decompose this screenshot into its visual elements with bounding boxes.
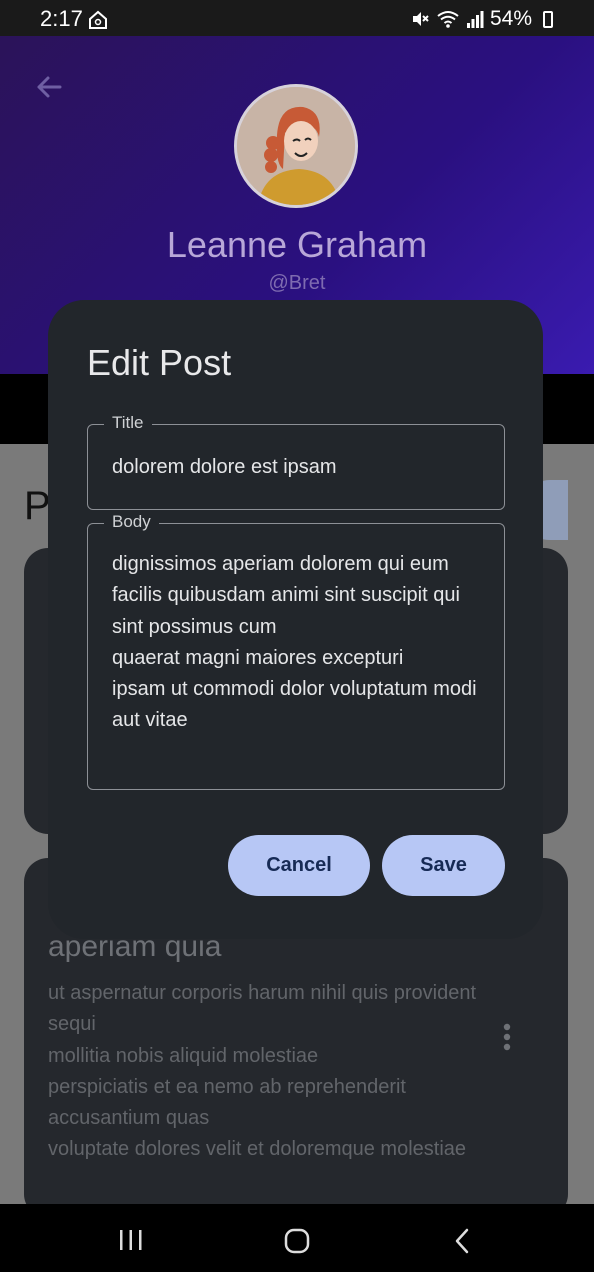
edit-post-dialog: Edit Post Title dolorem dolore est ipsam… [48,300,543,939]
nav-back-icon[interactable] [452,1228,472,1254]
title-field[interactable]: Title dolorem dolore est ipsam [87,413,505,510]
more-vert-icon[interactable] [502,1022,512,1052]
arrow-back-icon[interactable] [30,68,68,106]
cancel-button[interactable]: Cancel [228,835,370,896]
profile-handle: @Bret [268,272,326,294]
battery-percentage: 54% [489,7,532,30]
status-bar: 2:17 54% [0,0,594,36]
body-field[interactable]: Body dignissimos aperiam dolorem qui eum… [87,512,505,790]
avatar-illustration [237,87,355,205]
post-body: ut aspernatur corporis harum nihil quis … [48,982,476,1161]
status-time: 2:17 [40,6,83,31]
dialog-title: Edit Post [87,342,232,383]
body-field-label: Body [104,512,159,532]
body-input[interactable]: dignissimos aperiam dolorem qui eum faci… [112,549,487,737]
recent-apps-icon[interactable] [118,1228,144,1252]
system-nav-bar [0,1204,594,1272]
mute-icon [412,12,429,26]
title-field-label: Title [104,413,152,433]
wifi-icon [437,11,459,28]
home-status-icon [89,10,107,29]
posts-heading: P [24,484,51,528]
signal-icon [466,11,484,28]
home-icon[interactable] [284,1228,310,1254]
battery-icon [543,11,553,28]
profile-name: Leanne Graham [166,224,428,265]
status-indicators: 54% [410,7,552,31]
title-input[interactable]: dolorem dolore est ipsam [112,456,337,479]
save-button[interactable]: Save [382,835,505,896]
avatar [234,84,358,208]
